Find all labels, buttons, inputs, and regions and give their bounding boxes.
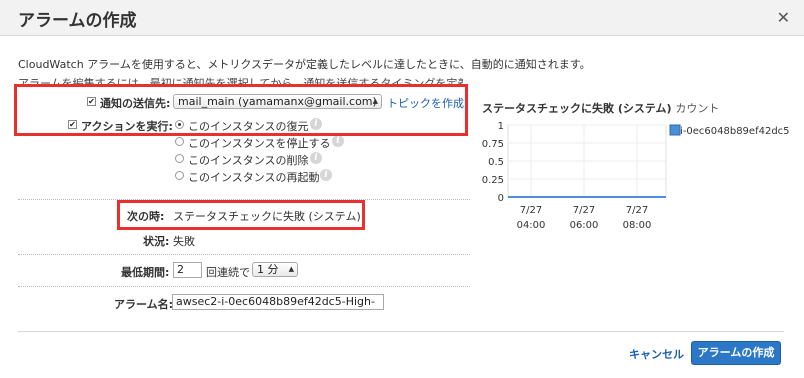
radio-stop-label: このインスタンスを停止する <box>188 137 331 150</box>
highlight-box-condition <box>117 200 365 230</box>
chart-unit: カウント <box>675 102 720 115</box>
radio-reboot-label: このインスタンスの再起動 <box>188 171 320 184</box>
info-icon[interactable]: i <box>310 152 322 164</box>
radio-terminate[interactable] <box>175 154 184 163</box>
chart-title: ステータスチェックに失敗 (システム) カウント <box>482 100 719 116</box>
x-tick-time: 06:00 <box>570 220 599 231</box>
info-icon[interactable]: i <box>320 169 332 181</box>
alarm-name-input[interactable]: awsec2-i-0ec6048b89ef42dc5-High- <box>172 294 384 310</box>
y-tick-label: 0.5 <box>488 157 504 168</box>
y-tick-label: 0.25 <box>482 175 504 186</box>
period-suffix: 回連続で <box>206 266 250 279</box>
select-arrows-icon: ▲ <box>288 265 294 273</box>
divider <box>18 254 470 255</box>
y-tick-label: 0 <box>498 193 504 204</box>
y-tick-label: 1 <box>498 121 504 132</box>
legend-swatch <box>669 124 681 136</box>
period-count-input[interactable]: 2 <box>173 262 202 278</box>
description-line1: CloudWatch アラームを使用すると、メトリクスデータが定義したレベルに達… <box>18 58 591 71</box>
x-tick-date: 7/27 <box>520 205 542 216</box>
status-check-chart: 1 0.75 0.5 0.25 0 7/27 04:00 7/27 06:00 7/27 08:00… <box>482 121 790 231</box>
create-alarm-button[interactable]: アラームの作成 <box>691 341 781 365</box>
cancel-link[interactable]: キャンセル <box>629 346 684 362</box>
close-icon[interactable]: ✕ <box>777 8 790 27</box>
description-line2: アラームを編集するには、最初に通知先を選択してから、通知を送信するタイミングを定… <box>18 77 463 84</box>
period-unit-value: 1 分 <box>257 263 279 276</box>
info-icon[interactable]: i <box>332 135 344 147</box>
footer-divider <box>18 331 784 332</box>
x-tick-date: 7/27 <box>626 205 648 216</box>
highlight-box-notify <box>14 84 468 136</box>
dialog-header: アラームの作成 ✕ <box>0 0 804 36</box>
radio-reboot[interactable] <box>175 171 184 180</box>
dialog-title: アラームの作成 <box>18 11 137 31</box>
legend-label: i-0ec6048b89ef42dc5 <box>680 126 790 137</box>
radio-terminate-label: このインスタンスの削除 <box>188 154 309 167</box>
radio-stop[interactable] <box>175 137 184 146</box>
chart-title-text: ステータスチェックに失敗 (システム) <box>482 102 672 115</box>
divider <box>18 286 470 287</box>
period-label: 最低期間: <box>121 266 170 279</box>
period-unit-select[interactable]: 1 分 ▲ <box>252 262 298 277</box>
status-value: 失敗 <box>173 235 195 248</box>
alarm-name-label: アラーム名: <box>114 298 174 311</box>
status-label: 状況: <box>143 235 170 248</box>
x-tick-time: 08:00 <box>623 220 652 231</box>
y-tick-label: 0.75 <box>482 139 504 150</box>
x-tick-date: 7/27 <box>573 205 595 216</box>
x-tick-time: 04:00 <box>517 220 546 231</box>
